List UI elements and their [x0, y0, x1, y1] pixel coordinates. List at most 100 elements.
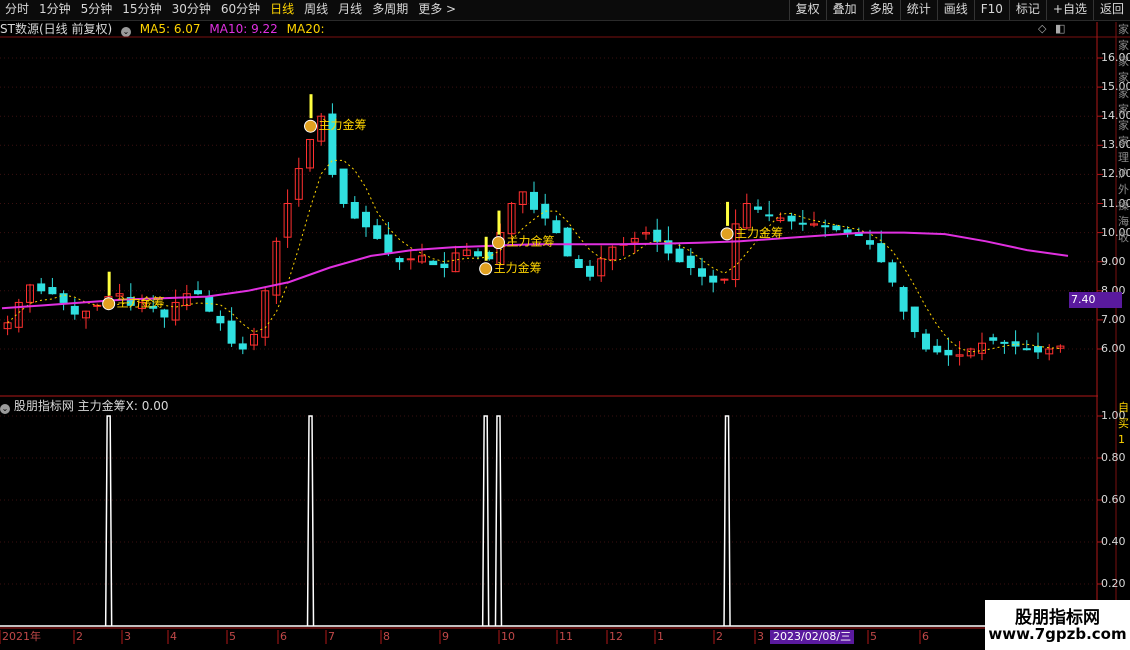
right-info-column: 家家家家家家家家理沪外操海收 [1118, 23, 1129, 244]
cursor-date-tag: 2023/02/08/三 [770, 630, 855, 644]
price-label: 7.00 [1101, 312, 1126, 326]
candle-body [350, 202, 359, 219]
money-bag-icon [491, 236, 505, 250]
price-label: 10.00 [1101, 226, 1130, 239]
candle-body [787, 215, 796, 222]
candle-body [698, 268, 706, 277]
watermark-line2: www.7gpzb.com [988, 625, 1127, 643]
kline-chart[interactable]: 主力金筹主力金筹主力金筹主力金筹主力金筹 [0, 0, 1130, 650]
candle-body [194, 290, 202, 295]
date-label: 6 [280, 630, 287, 643]
signal-spike [723, 415, 731, 627]
candle-body [821, 225, 830, 228]
candle-body [1022, 348, 1031, 351]
candle-body [574, 259, 583, 269]
candle-body [541, 203, 550, 219]
candle-body [933, 345, 942, 353]
candle-body [1000, 341, 1009, 344]
candle-body [754, 206, 762, 210]
candle-body [798, 222, 807, 225]
date-label: 5 [870, 630, 877, 643]
candle-body [48, 287, 57, 295]
candle-body [373, 225, 382, 239]
signal-label: 主力金筹 [494, 260, 542, 275]
candle-body [843, 229, 852, 234]
sub-scale-label: 0.80 [1101, 451, 1126, 464]
price-label: 6.00 [1101, 342, 1126, 355]
date-label: 11 [559, 630, 573, 643]
money-bag-icon [479, 262, 493, 276]
date-label: 12 [609, 630, 623, 643]
signal-label: 主力金筹 [735, 225, 783, 240]
signal-bar [484, 236, 488, 261]
signal-spike [481, 415, 490, 627]
candle-body [720, 278, 729, 281]
candle-body [888, 262, 897, 283]
date-label: 10 [501, 630, 515, 643]
candle-body [238, 343, 247, 350]
sub-panel-title: 股朋指标网 [13, 399, 74, 413]
candle-body [563, 227, 572, 257]
price-label: 11.00 [1101, 197, 1130, 210]
candle-body [686, 255, 695, 269]
candle-body [586, 265, 594, 277]
signal-bar [497, 210, 501, 235]
sub-scale-label: 0.40 [1101, 535, 1126, 548]
money-bag-icon [304, 119, 318, 133]
chevron-down-icon[interactable]: ⌄ [0, 404, 10, 414]
candle-body [1034, 346, 1042, 353]
date-label: 4 [170, 630, 177, 643]
signal-bar [107, 271, 111, 296]
date-axis: 2021年23456789101112123456 [0, 630, 1068, 644]
candle-body [922, 333, 930, 350]
sub-right-column: 自买1 [1118, 401, 1129, 446]
signal-label: 主力金筹 [117, 295, 165, 310]
price-label: 14.00 [1101, 109, 1130, 122]
price-label: 13.00 [1101, 138, 1130, 151]
candle-body [989, 337, 998, 341]
price-label: 15.00 [1101, 80, 1130, 93]
date-label: 3 [124, 630, 131, 643]
candle-body [552, 220, 561, 234]
date-label: 5 [229, 630, 236, 643]
date-label: 2021年 [2, 630, 41, 643]
candle-body [832, 225, 841, 231]
signal-label: 主力金筹 [506, 234, 554, 249]
signal-spike [494, 415, 503, 627]
indicator-value: 主力金筹X: 0.00 [77, 399, 169, 413]
date-label: 8 [383, 630, 390, 643]
date-label: 1 [657, 630, 664, 643]
price-label: 9.00 [1101, 254, 1126, 268]
signal-bar [726, 201, 730, 226]
price-label: 12.00 [1101, 167, 1130, 180]
money-bag-icon [102, 297, 116, 311]
money-bag-icon [720, 227, 734, 241]
candle-body [93, 304, 102, 307]
signal-label: 主力金筹 [319, 117, 367, 132]
candle-body [530, 191, 538, 210]
candle-body [944, 349, 953, 356]
price-label: 16.00 [1101, 51, 1130, 64]
date-label: 6 [922, 630, 929, 643]
candle-body [709, 275, 718, 283]
candle-body [339, 168, 348, 204]
candle-body [362, 211, 370, 228]
sub-chart-header: ⌄ 股朋指标网 主力金筹X: 0.00 [0, 398, 168, 414]
candle-body [160, 309, 169, 318]
candle-body [474, 251, 482, 257]
candle-body [899, 287, 908, 312]
candle-body [877, 243, 886, 263]
candle-body [765, 214, 774, 217]
candle-body [384, 234, 393, 254]
sub-scale-label: 0.20 [1101, 577, 1126, 590]
date-label: 2 [716, 630, 723, 643]
candle-body [406, 258, 415, 261]
date-label: 3 [757, 630, 764, 643]
candle-body [429, 260, 438, 266]
candle-body [653, 229, 662, 242]
date-label: 2 [76, 630, 83, 643]
signal-spike [306, 415, 315, 627]
candle-body [675, 248, 684, 263]
candle-body [866, 240, 874, 245]
candle-body [216, 315, 225, 324]
